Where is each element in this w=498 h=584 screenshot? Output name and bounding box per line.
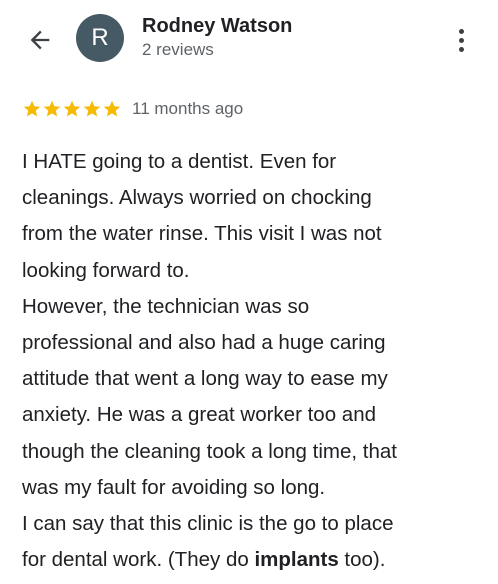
review-line: I HATE going to a dentist. Even for bbox=[22, 150, 337, 173]
reviewer-name[interactable]: Rodney Watson bbox=[142, 15, 292, 38]
review-line: I can say that this clinic is the go to … bbox=[22, 512, 394, 536]
star-icon bbox=[103, 100, 121, 117]
review-line: was my fault for avoiding so long. bbox=[22, 475, 326, 499]
more-options-button[interactable] bbox=[446, 20, 476, 60]
review-line: looking forward to. bbox=[22, 258, 190, 282]
review-last-line: for dental work. (They do implants too). bbox=[22, 542, 482, 578]
review-line: attitude that went a long way to ease my bbox=[22, 367, 388, 391]
review-header: R Rodney Watson 2 reviews bbox=[0, 0, 498, 88]
more-vertical-icon bbox=[458, 28, 464, 34]
review-line: However, the technician was so bbox=[22, 294, 310, 318]
rating-row: 11 months ago bbox=[22, 96, 243, 122]
review-line: from the water rinse. This visit I was n… bbox=[22, 222, 382, 246]
review-line: anxiety. He was a great worker too and bbox=[22, 403, 376, 427]
review-line: cleanings. Always worried on chocking bbox=[22, 186, 372, 210]
arrow-left-icon bbox=[30, 30, 50, 50]
back-button[interactable] bbox=[22, 22, 58, 58]
review-text: I HATE going to a dentist. Even for clea… bbox=[22, 144, 482, 578]
star-rating bbox=[22, 99, 122, 119]
star-icon bbox=[23, 100, 41, 117]
star-icon bbox=[43, 100, 61, 117]
more-vertical-icon-dot bbox=[458, 46, 464, 52]
review-line: professional and also had a huge caring bbox=[22, 331, 386, 355]
reviews-count: 2 reviews bbox=[142, 40, 214, 59]
avatar[interactable]: R bbox=[76, 14, 124, 62]
review-text-segment: too). bbox=[338, 548, 386, 572]
star-icon bbox=[63, 100, 81, 117]
star-icon bbox=[83, 100, 101, 117]
more-vertical-icon-dot bbox=[458, 37, 464, 43]
review-time: 11 months ago bbox=[132, 99, 244, 118]
avatar-initial: R bbox=[91, 24, 109, 51]
review-text-segment: for dental work. (They do bbox=[22, 548, 255, 572]
review-bold-keyword: implants bbox=[254, 548, 339, 572]
review-line: though the cleaning took a long time, th… bbox=[22, 439, 397, 463]
